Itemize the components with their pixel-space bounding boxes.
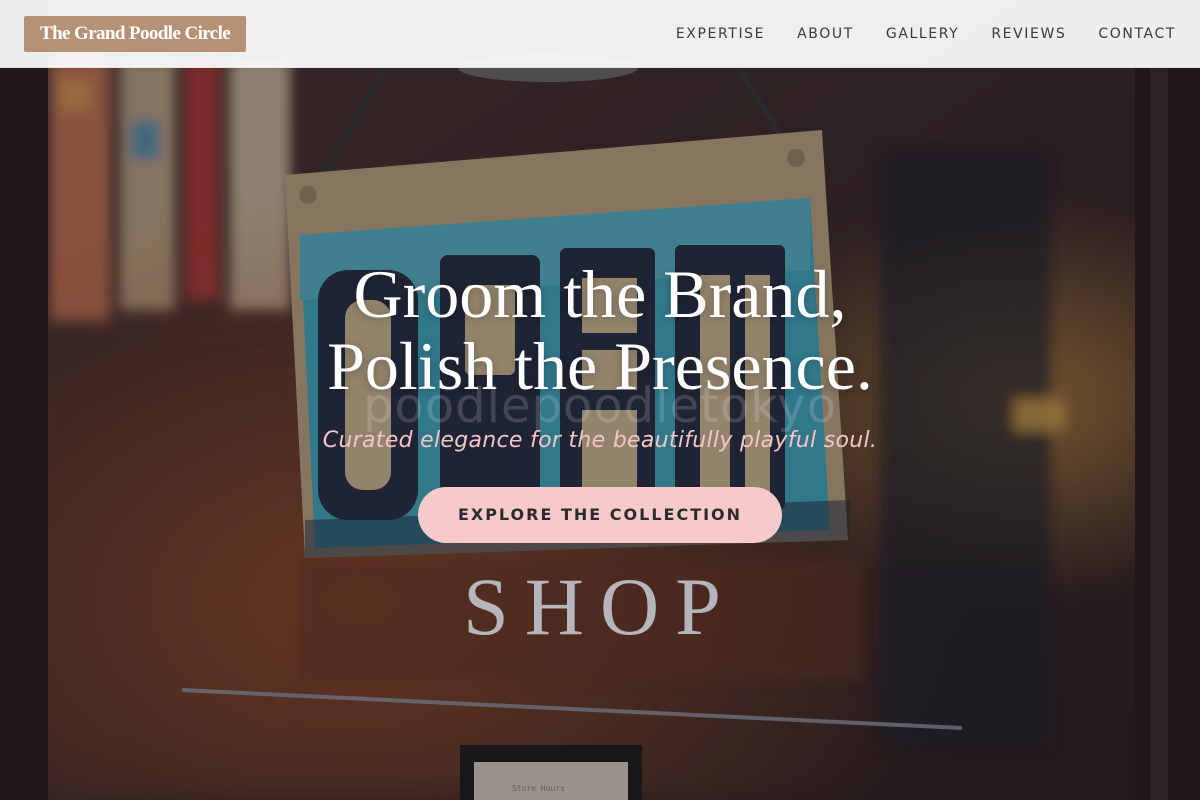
nav-link-reviews[interactable]: REVIEWS bbox=[991, 26, 1066, 42]
hero-tagline: Curated elegance for the beautifully pla… bbox=[322, 428, 878, 453]
explore-collection-button[interactable]: EXPLORE THE COLLECTION bbox=[417, 487, 783, 543]
door-shop-lettering: SHOP bbox=[463, 561, 737, 652]
nav-link-about[interactable]: ABOUT bbox=[797, 26, 854, 42]
brand-logo[interactable]: The Grand Poodle Circle bbox=[24, 16, 247, 52]
top-nav-bar: The Grand Poodle Circle EXPERTISE ABOUT … bbox=[0, 0, 1200, 68]
hero-headline-line-1: Groom the Brand, bbox=[353, 256, 847, 332]
door-notice-text: Store Hours bbox=[512, 784, 565, 793]
nav-link-contact[interactable]: CONTACT bbox=[1098, 26, 1176, 42]
nav-link-expertise[interactable]: EXPERTISE bbox=[676, 26, 765, 42]
page: The Grand Poodle Circle EXPERTISE ABOUT … bbox=[0, 0, 1200, 800]
nav-links: EXPERTISE ABOUT GALLERY REVIEWS CONTACT bbox=[676, 0, 1176, 68]
hero-headline-line-2: Polish the Presence. bbox=[327, 328, 873, 404]
nav-link-gallery[interactable]: GALLERY bbox=[886, 26, 959, 42]
hero-content: poodlepoodletokyo Groom the Brand, Polis… bbox=[0, 258, 1200, 543]
hero-headline: Groom the Brand, Polish the Presence. bbox=[0, 258, 1200, 402]
